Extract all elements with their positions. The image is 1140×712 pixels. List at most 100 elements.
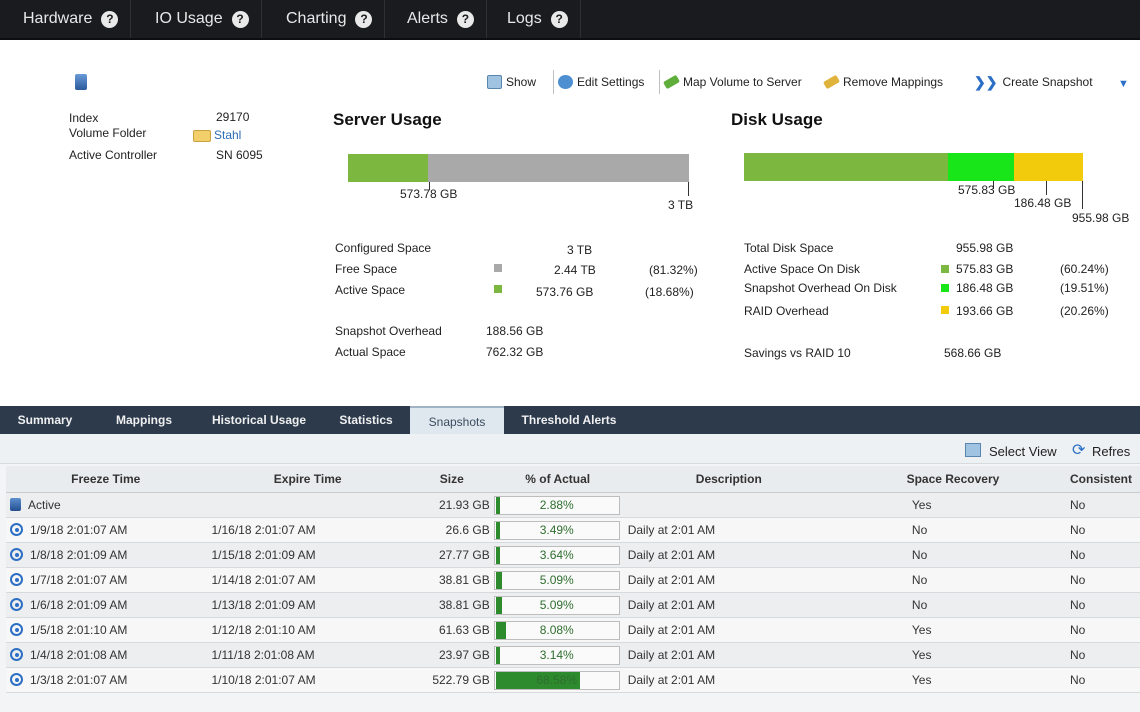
tab-summary[interactable]: Summary <box>0 406 90 434</box>
forward-icon: ❯❯ <box>974 73 998 90</box>
nav-hardware[interactable]: Hardware? <box>10 0 132 38</box>
description: Daily at 2:01 AM <box>627 647 716 662</box>
snapshot-icon <box>10 647 23 661</box>
volume-folder-link[interactable]: Stahl <box>214 128 241 142</box>
table-header-row: Freeze Time Expire Time Size % of Actual… <box>6 466 1140 493</box>
space-recovery-cell: No <box>835 592 1070 618</box>
consistent-cell: No <box>1070 567 1140 593</box>
expire-time: 1/15/18 2:01:09 AM <box>211 547 316 562</box>
size-cell: 23.97 GB <box>409 642 494 668</box>
col-consistent[interactable]: Consistent <box>1070 466 1140 493</box>
space-recovery-cell: Yes <box>835 667 1070 693</box>
expire-time: 1/12/18 2:01:10 AM <box>211 622 316 637</box>
settings-icon <box>558 75 573 89</box>
toolbar-divider <box>659 70 660 94</box>
disk-snapshot-segment <box>948 153 1014 181</box>
space-recovery-cell: No <box>835 517 1070 543</box>
tab-mappings[interactable]: Mappings <box>96 406 192 434</box>
col-size[interactable]: Size <box>409 466 494 493</box>
table-icon <box>487 75 502 89</box>
description-cell: Daily at 2:01 AM <box>621 667 836 693</box>
nav-logs[interactable]: Logs? <box>494 0 581 38</box>
col-pct-actual[interactable]: % of Actual <box>493 466 622 493</box>
col-description[interactable]: Description <box>621 466 836 493</box>
freeze-time: 1/4/18 2:01:08 AM <box>30 647 128 662</box>
pct-value: 3.64% <box>539 547 574 562</box>
folder-icon <box>193 130 211 142</box>
bar-tick <box>1082 181 1083 209</box>
snapshot-icon <box>10 547 23 561</box>
tab-historical-usage[interactable]: Historical Usage <box>196 406 322 434</box>
description: Daily at 2:01 AM <box>627 572 716 587</box>
col-space-recovery[interactable]: Space Recovery <box>835 466 1070 493</box>
edit-settings-button[interactable]: Edit Settings <box>558 72 644 92</box>
pct-value: 3.49% <box>539 522 574 537</box>
active-swatch <box>494 285 502 293</box>
help-icon[interactable]: ? <box>456 10 474 28</box>
space-recovery: Yes <box>911 647 932 662</box>
pct-cell: 68.58% <box>493 667 622 693</box>
nav-charting[interactable]: Charting? <box>273 0 386 38</box>
size-cell: 38.81 GB <box>409 567 494 593</box>
table-row[interactable]: 1/4/18 2:01:08 AM 1/11/18 2:01:08 AM 23.97… <box>6 642 1140 668</box>
help-icon[interactable]: ? <box>355 10 373 28</box>
show-label: Show <box>506 75 537 89</box>
remove-icon <box>823 74 840 90</box>
map-volume-button[interactable]: Map Volume to Server <box>663 72 802 92</box>
help-icon[interactable]: ? <box>101 10 119 28</box>
expire-time-cell: 1/16/18 2:01:07 AM <box>205 517 410 543</box>
tab-threshold-alerts[interactable]: Threshold Alerts <box>508 406 630 434</box>
description-cell: Daily at 2:01 AM <box>621 542 836 568</box>
map-icon <box>663 74 680 90</box>
col-freeze-time[interactable]: Freeze Time <box>6 466 206 493</box>
refresh-button[interactable]: Refres <box>1092 444 1130 459</box>
size-cell: 61.63 GB <box>409 617 494 643</box>
table-row[interactable]: 1/8/18 2:01:09 AM 1/15/18 2:01:09 AM 27.77… <box>6 542 1140 568</box>
consistent: No <box>1070 522 1086 537</box>
table-row[interactable]: 1/9/18 2:01:07 AM 1/16/18 2:01:07 AM 26.6 … <box>6 517 1140 543</box>
nav-io-usage[interactable]: IO Usage? <box>142 0 262 38</box>
expire-time: 1/10/18 2:01:07 AM <box>211 672 316 687</box>
description-cell <box>621 492 836 518</box>
total-disk-value: 955.98 GB <box>956 241 1014 255</box>
show-button[interactable]: Show <box>487 72 536 92</box>
select-view-button[interactable]: Select View <box>989 444 1057 459</box>
snapshot-disk-pct: (19.51%) <box>1060 281 1109 295</box>
pct-value: 3.14% <box>539 647 574 662</box>
col-expire-time[interactable]: Expire Time <box>205 466 410 493</box>
chevron-down-icon[interactable]: ▼ <box>1118 78 1129 90</box>
size-value: 522.79 GB <box>432 672 490 687</box>
active-disk-pct: (60.24%) <box>1060 262 1109 276</box>
table-row[interactable]: 1/6/18 2:01:09 AM 1/13/18 2:01:09 AM 38.81… <box>6 592 1140 618</box>
expire-time: 1/13/18 2:01:09 AM <box>211 597 316 612</box>
volume-folder-label: Volume Folder <box>69 126 147 140</box>
pct-value: 8.08% <box>539 622 574 637</box>
help-icon[interactable]: ? <box>231 10 249 28</box>
snapshot-overhead-value: 188.56 GB <box>486 324 544 338</box>
space-recovery-cell: No <box>835 542 1070 568</box>
table-row[interactable]: Active 21.93 GB 2.88% Yes No <box>6 492 1140 518</box>
description-cell: Daily at 2:01 AM <box>621 617 836 643</box>
total-disk-label: Total Disk Space <box>744 241 834 255</box>
consistent-cell: No <box>1070 517 1140 543</box>
server-used-label: 573.78 GB <box>400 187 458 201</box>
description-cell: Daily at 2:01 AM <box>621 592 836 618</box>
help-icon[interactable]: ? <box>550 10 568 28</box>
tab-statistics[interactable]: Statistics <box>326 406 406 434</box>
table-row[interactable]: 1/5/18 2:01:10 AM 1/12/18 2:01:10 AM 61.63… <box>6 617 1140 643</box>
remove-mappings-label: Remove Mappings <box>843 75 944 89</box>
actual-space-label: Actual Space <box>335 345 406 359</box>
active-space-label: Active Space <box>335 283 406 297</box>
freeze-time: 1/7/18 2:01:07 AM <box>30 572 128 587</box>
space-recovery: No <box>911 547 928 562</box>
remove-mappings-button[interactable]: Remove Mappings <box>823 72 944 92</box>
nav-alerts[interactable]: Alerts? <box>394 0 487 38</box>
table-row[interactable]: 1/7/18 2:01:07 AM 1/14/18 2:01:07 AM 38.81… <box>6 567 1140 593</box>
active-disk-label: Active Space On Disk <box>744 262 861 276</box>
expire-time: 1/11/18 2:01:08 AM <box>211 647 315 662</box>
create-snapshot-button[interactable]: ❯❯ Create Snapshot <box>974 72 1093 92</box>
tab-snapshots[interactable]: Snapshots <box>410 406 504 434</box>
table-row[interactable]: 1/3/18 2:01:07 AM 1/10/18 2:01:07 AM 522.7… <box>6 667 1140 693</box>
freeze-time-cell: 1/7/18 2:01:07 AM <box>6 567 206 593</box>
expire-time-cell: 1/13/18 2:01:09 AM <box>205 592 410 618</box>
